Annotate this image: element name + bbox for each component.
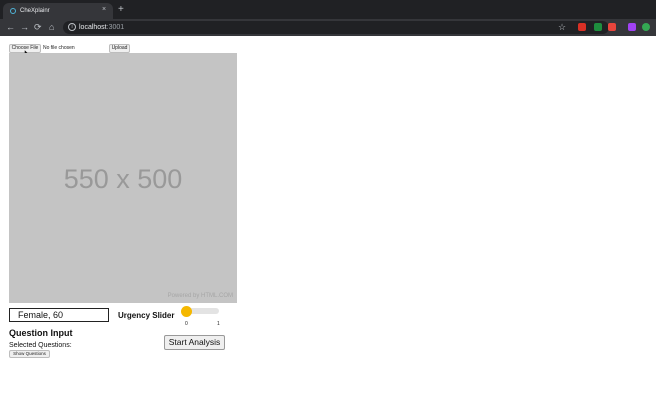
bookmark-star-icon[interactable]: ☆ — [558, 21, 566, 33]
urgency-slider-thumb[interactable] — [181, 306, 192, 317]
urgency-slider-label: Urgency Slider — [118, 311, 175, 320]
extension-icon[interactable] — [628, 23, 636, 31]
patient-info-field[interactable]: Female, 60 — [9, 308, 109, 322]
question-input-heading: Question Input — [9, 328, 73, 338]
home-icon[interactable]: ⌂ — [49, 22, 54, 33]
profile-avatar-icon[interactable] — [642, 23, 650, 31]
browser-tabstrip: CheXplainr × + — [0, 0, 656, 19]
start-analysis-button[interactable]: Start Analysis — [164, 335, 225, 350]
placeholder-credit: Powered by HTML.COM — [167, 293, 233, 299]
reload-icon[interactable]: ⟳ — [34, 22, 42, 33]
extension-icon[interactable] — [594, 23, 602, 31]
tab-close-icon[interactable]: × — [102, 5, 106, 15]
address-bar[interactable]: i localhost:3001 — [63, 21, 609, 34]
file-status-text: No file chosen — [43, 45, 75, 51]
page-content: Choose File No file chosen Upload 550 x … — [0, 36, 656, 410]
info-icon[interactable]: i — [68, 23, 76, 31]
react-favicon-icon — [10, 8, 16, 14]
url-host: localhost — [79, 24, 107, 31]
tab-title: CheXplainr — [20, 8, 50, 14]
slider-max-label: 1 — [217, 321, 220, 327]
browser-toolbar: ← → ⟳ ⌂ i localhost:3001 ☆ — [0, 19, 656, 36]
show-questions-button[interactable]: Show Questions — [9, 350, 50, 358]
selected-questions-label: Selected Questions: — [9, 342, 72, 349]
forward-icon[interactable]: → — [20, 22, 29, 33]
url-text: localhost:3001 — [79, 22, 124, 33]
back-icon[interactable]: ← — [6, 22, 15, 33]
new-tab-icon[interactable]: + — [118, 5, 124, 15]
extension-icon[interactable] — [608, 23, 616, 31]
upload-button[interactable]: Upload — [109, 44, 130, 53]
browser-tab[interactable]: CheXplainr × — [3, 3, 113, 19]
xray-image-placeholder: 550 x 500 Powered by HTML.COM — [9, 53, 237, 303]
placeholder-dimensions: 550 x 500 — [63, 164, 183, 194]
extension-icon[interactable] — [578, 23, 586, 31]
slider-min-label: 0 — [185, 321, 188, 327]
url-port: :3001 — [106, 24, 125, 31]
